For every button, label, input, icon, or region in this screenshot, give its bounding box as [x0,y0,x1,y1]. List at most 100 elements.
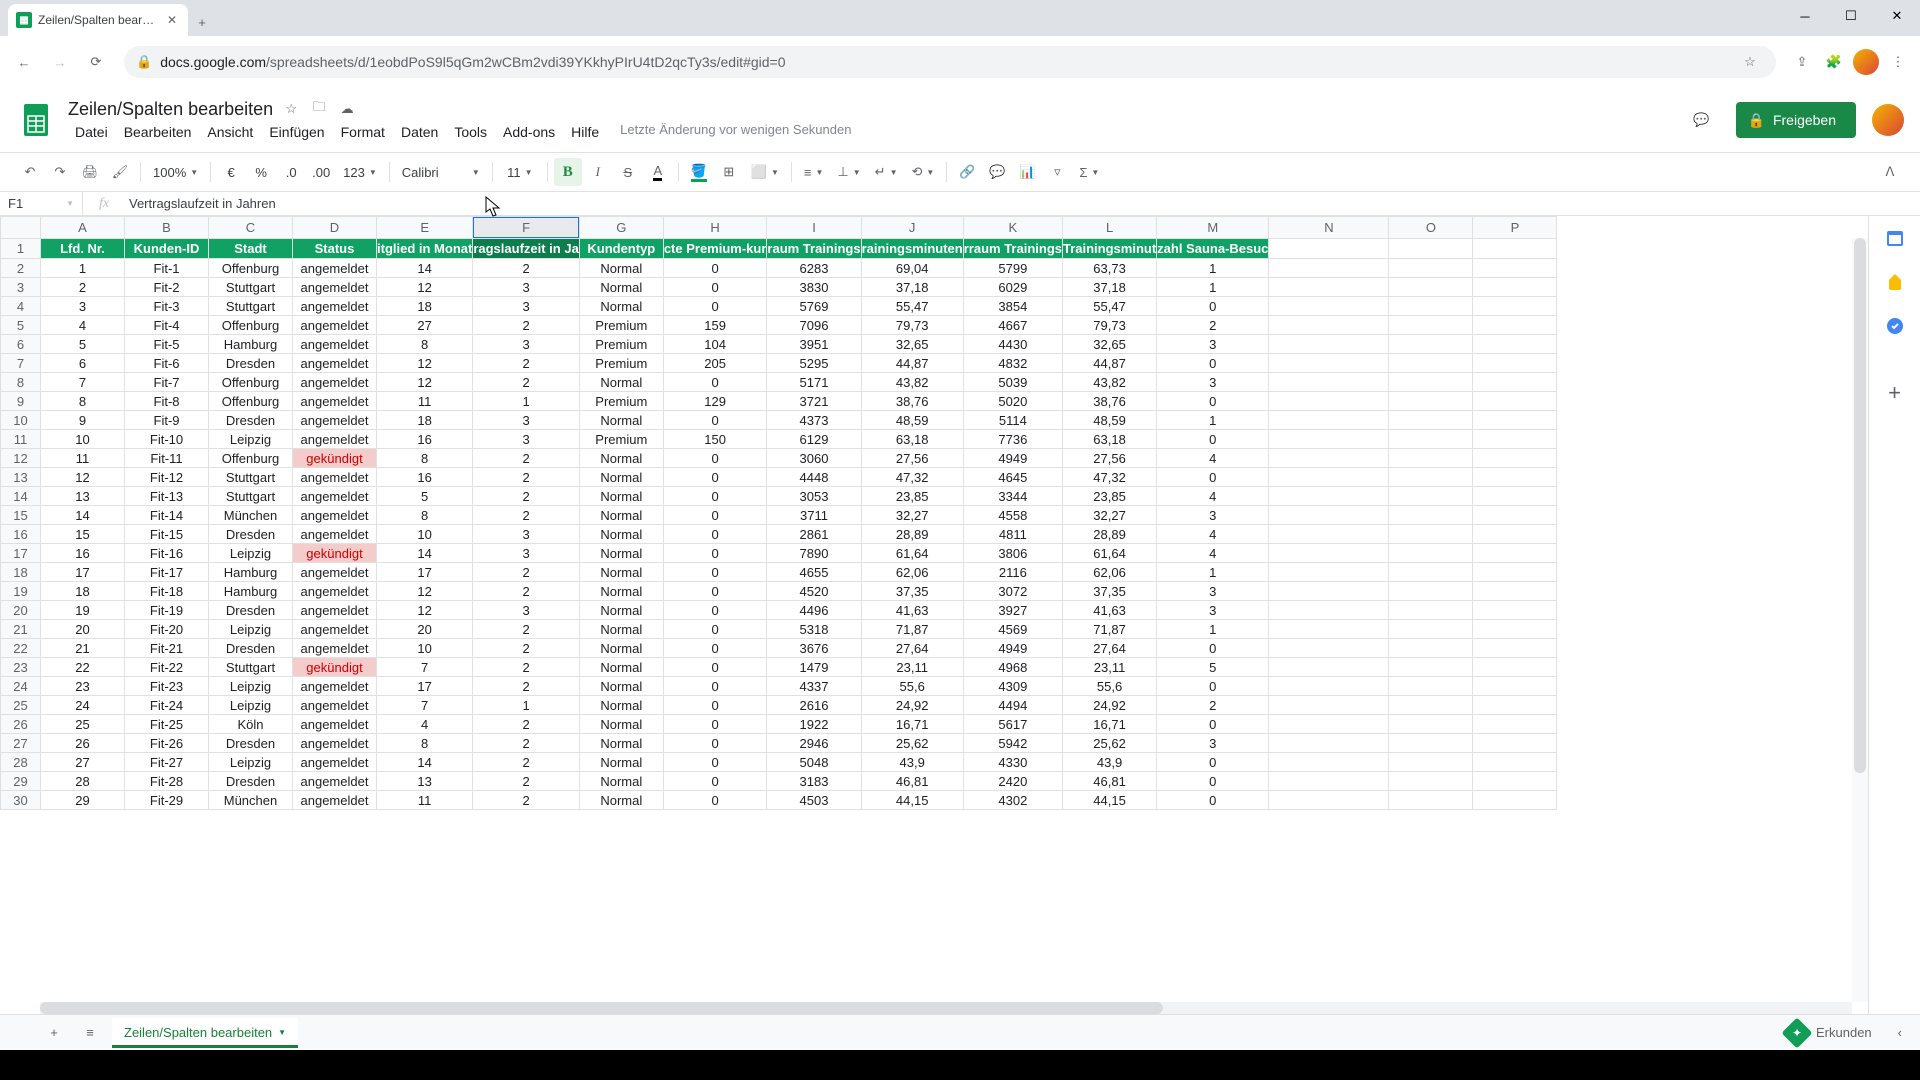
data-cell[interactable]: 1 [1157,620,1269,639]
data-cell[interactable] [1389,278,1473,297]
data-cell[interactable] [1389,658,1473,677]
paint-format-button[interactable]: 🖌 [106,158,134,186]
data-cell[interactable]: 0 [663,753,767,772]
data-cell[interactable] [1389,734,1473,753]
font-size-dropdown[interactable]: 11▼ [499,158,541,186]
data-cell[interactable] [1389,506,1473,525]
data-cell[interactable]: Leipzig [209,430,293,449]
merge-cells-dropdown[interactable]: ⬜▼ [745,158,785,186]
functions-dropdown[interactable]: Σ▼ [1073,158,1105,186]
data-cell[interactable]: 44,87 [1062,354,1156,373]
menu-datei[interactable]: Datei [68,122,115,142]
data-cell[interactable] [1389,468,1473,487]
data-cell[interactable]: 3 [1157,734,1269,753]
data-cell[interactable]: 4494 [963,696,1062,715]
row-header-19[interactable]: 19 [1,582,41,601]
data-cell[interactable]: angemeldet [293,772,377,791]
data-cell[interactable]: 4520 [767,582,861,601]
data-cell[interactable]: Stuttgart [209,487,293,506]
data-cell[interactable]: 12 [377,278,473,297]
data-cell[interactable] [1473,601,1557,620]
data-cell[interactable]: Dresden [209,411,293,430]
data-cell[interactable] [1389,582,1473,601]
data-cell[interactable]: Fit-28 [125,772,209,791]
vertical-scrollbar[interactable] [1852,238,1868,1002]
column-header-L[interactable]: L [1062,217,1156,239]
data-cell[interactable]: 28,89 [1062,525,1156,544]
header-cell[interactable] [1389,239,1473,259]
data-cell[interactable]: Premium [579,335,663,354]
data-cell[interactable]: Stuttgart [209,278,293,297]
print-button[interactable]: 🖨 [76,158,104,186]
data-cell[interactable]: angemeldet [293,392,377,411]
data-cell[interactable]: Dresden [209,639,293,658]
row-header-23[interactable]: 23 [1,658,41,677]
data-cell[interactable]: 7096 [767,316,861,335]
row-header-3[interactable]: 3 [1,278,41,297]
data-cell[interactable]: 16,71 [1062,715,1156,734]
data-cell[interactable]: gekündigt [293,658,377,677]
data-cell[interactable]: 3 [1157,373,1269,392]
row-header-22[interactable]: 22 [1,639,41,658]
data-cell[interactable]: 3 [473,411,579,430]
data-cell[interactable] [1389,449,1473,468]
data-cell[interactable]: 4645 [963,468,1062,487]
data-cell[interactable]: angemeldet [293,715,377,734]
borders-button[interactable]: ⊞ [715,158,743,186]
data-cell[interactable]: 3344 [963,487,1062,506]
data-cell[interactable] [1269,487,1389,506]
data-cell[interactable]: Dresden [209,734,293,753]
data-cell[interactable]: 2 [1157,316,1269,335]
row-header-4[interactable]: 4 [1,297,41,316]
data-cell[interactable]: 0 [663,715,767,734]
data-cell[interactable]: 2 [473,772,579,791]
row-header-1[interactable]: 1 [1,239,41,259]
data-cell[interactable]: 37,18 [1062,278,1156,297]
data-cell[interactable]: 5318 [767,620,861,639]
column-header-E[interactable]: E [377,217,473,239]
data-cell[interactable]: Fit-5 [125,335,209,354]
menu-daten[interactable]: Daten [394,122,445,142]
data-cell[interactable]: 205 [663,354,767,373]
header-cell[interactable]: Status [293,239,377,259]
data-cell[interactable]: 5039 [963,373,1062,392]
data-cell[interactable] [1269,297,1389,316]
data-cell[interactable] [1389,563,1473,582]
data-cell[interactable]: 4655 [767,563,861,582]
data-cell[interactable] [1269,658,1389,677]
data-cell[interactable]: 5799 [963,259,1062,278]
data-cell[interactable]: 2 [473,563,579,582]
data-cell[interactable]: Normal [579,373,663,392]
fill-color-button[interactable]: 🪣 [685,158,713,186]
data-cell[interactable]: 4 [1157,544,1269,563]
row-header-12[interactable]: 12 [1,449,41,468]
data-cell[interactable]: Hamburg [209,582,293,601]
data-cell[interactable]: Stuttgart [209,468,293,487]
data-cell[interactable]: 8 [41,392,125,411]
side-panel-toggle[interactable]: ‹ [1892,1025,1908,1040]
star-doc-icon[interactable]: ☆ [281,99,301,119]
data-cell[interactable]: 4330 [963,753,1062,772]
last-edit-text[interactable]: Letzte Änderung vor wenigen Sekunden [620,122,851,142]
column-header-D[interactable]: D [293,217,377,239]
data-cell[interactable]: 0 [1157,715,1269,734]
data-cell[interactable]: 0 [663,772,767,791]
column-header-M[interactable]: M [1157,217,1269,239]
data-cell[interactable] [1269,734,1389,753]
reload-button[interactable]: ⟳ [80,46,112,78]
data-cell[interactable]: 27,64 [861,639,963,658]
data-cell[interactable]: 0 [663,658,767,677]
data-cell[interactable] [1473,772,1557,791]
bold-button[interactable]: B [554,158,582,186]
data-cell[interactable]: 2 [473,506,579,525]
sheet-tab-menu-icon[interactable]: ▼ [278,1028,286,1037]
data-cell[interactable]: 12 [377,373,473,392]
data-cell[interactable] [1389,544,1473,563]
row-header-30[interactable]: 30 [1,791,41,810]
grid-corner[interactable] [1,217,41,239]
data-cell[interactable]: 1922 [767,715,861,734]
data-cell[interactable] [1269,772,1389,791]
data-cell[interactable]: 4 [1157,449,1269,468]
data-cell[interactable]: 25,62 [861,734,963,753]
data-cell[interactable] [1389,430,1473,449]
